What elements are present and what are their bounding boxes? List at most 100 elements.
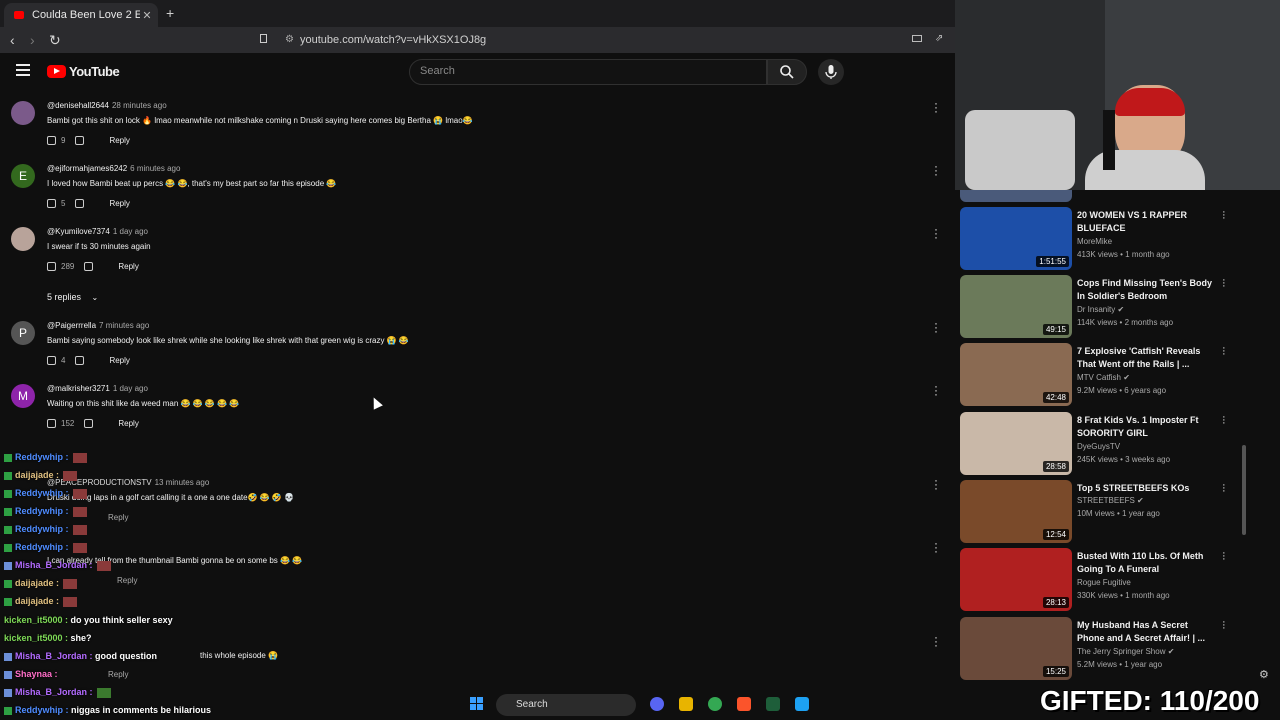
reply-button[interactable]: Reply (109, 356, 129, 365)
video-title[interactable]: Busted With 110 Lbs. Of Meth Going To A … (1077, 550, 1212, 576)
reply-button[interactable]: Reply (109, 199, 129, 208)
video-more-icon[interactable]: · · · (1222, 412, 1226, 429)
channel-name[interactable]: The Jerry Springer Show ✔ (1077, 647, 1174, 656)
avatar[interactable] (11, 227, 35, 251)
comment-time[interactable]: 1 day ago (113, 384, 148, 393)
browser-tab[interactable]: Coulda Been Love 2 Episode 3: ✕ (4, 3, 158, 27)
avatar[interactable] (11, 101, 35, 125)
like-icon[interactable] (47, 356, 56, 365)
video-thumbnail[interactable]: 42:48 (960, 343, 1072, 406)
comment-more-icon[interactable]: · · · (932, 537, 940, 557)
comment-more-icon[interactable]: · · · (932, 97, 940, 117)
reload-icon[interactable]: ↻ (49, 32, 61, 49)
file-explorer-icon[interactable] (679, 697, 693, 711)
dislike-icon[interactable] (84, 419, 94, 428)
partial-thumbnail[interactable] (960, 190, 1072, 202)
screen-icon[interactable] (912, 35, 922, 42)
video-thumbnail[interactable]: 28:58 (960, 412, 1072, 475)
video-title[interactable]: 20 WOMEN VS 1 RAPPER BLUEFACE (1077, 209, 1212, 235)
discord-icon[interactable] (650, 697, 664, 711)
search-button[interactable] (767, 59, 807, 85)
video-more-icon[interactable]: · · · (1222, 275, 1226, 292)
video-title[interactable]: 7 Explosive 'Catfish' Reveals That Went … (1077, 345, 1212, 371)
site-info-icon[interactable]: ⚙ (285, 34, 294, 45)
avatar[interactable]: E (11, 164, 35, 188)
comment-time[interactable]: 7 minutes ago (99, 321, 149, 330)
like-icon[interactable] (47, 262, 56, 271)
url-field[interactable]: youtube.com/watch?v=vHkXSX1OJ8g (300, 34, 486, 46)
reply-button[interactable]: Reply (109, 136, 129, 145)
video-thumbnail[interactable]: 12:54 (960, 480, 1072, 543)
channel-name[interactable]: STREETBEEFS ✔ (1077, 496, 1144, 505)
channel-name[interactable]: MoreMike (1077, 237, 1112, 246)
search-input[interactable]: Search (409, 59, 767, 85)
dislike-icon[interactable] (75, 136, 85, 145)
comment-author[interactable]: @malkrisher3271 (47, 384, 110, 393)
comment-time[interactable]: 28 minutes ago (112, 101, 167, 110)
like-icon[interactable] (47, 136, 56, 145)
windows-start-icon[interactable] (470, 697, 484, 711)
video-thumbnail[interactable]: 15:25 (960, 617, 1072, 680)
video-title[interactable]: 8 Frat Kids Vs. 1 Imposter Ft SORORITY G… (1077, 414, 1212, 440)
bookmark-icon[interactable] (260, 34, 267, 43)
dislike-icon[interactable] (75, 199, 85, 208)
reply-button[interactable]: Reply (117, 576, 137, 585)
scrollbar[interactable] (1242, 445, 1246, 535)
avatar[interactable]: P (11, 321, 35, 345)
forward-icon[interactable]: › (30, 32, 35, 48)
settings-gear-icon[interactable]: ⚙ (1259, 668, 1269, 681)
comment-time[interactable]: 13 minutes ago (155, 478, 210, 487)
recommended-video[interactable]: 28:58 8 Frat Kids Vs. 1 Imposter Ft SORO… (960, 412, 1250, 475)
reply-button[interactable]: Reply (108, 670, 128, 679)
voice-search-button[interactable] (818, 59, 844, 85)
comment-author[interactable]: @Kyumilove7374 (47, 227, 110, 236)
close-tab-icon[interactable]: ✕ (140, 9, 154, 22)
like-icon[interactable] (47, 419, 56, 428)
recommended-video[interactable]: 49:15 Cops Find Missing Teen's Body In S… (960, 275, 1250, 338)
comment-author[interactable]: @ejiformahjames6242 (47, 164, 127, 173)
video-more-icon[interactable]: · · · (1222, 480, 1226, 497)
comment-more-icon[interactable]: · · · (932, 317, 940, 337)
reply-button[interactable]: Reply (118, 262, 138, 271)
reply-button[interactable]: Reply (108, 513, 128, 522)
comment-time[interactable]: 1 day ago (113, 227, 148, 236)
recommended-video[interactable]: 15:25 My Husband Has A Secret Phone and … (960, 617, 1250, 680)
video-more-icon[interactable]: · · · (1222, 548, 1226, 565)
taskbar-search[interactable]: Search (496, 694, 636, 716)
new-tab-icon[interactable]: + (166, 5, 174, 21)
share-icon[interactable]: ⇗ (935, 33, 943, 44)
recommended-video[interactable]: 12:54 Top 5 STREETBEEFS KOs STREETBEEFS … (960, 480, 1250, 543)
app-icon[interactable] (795, 697, 809, 711)
back-icon[interactable]: ‹ (10, 32, 15, 48)
channel-name[interactable]: DyeGuysTV (1077, 442, 1120, 451)
recommended-video[interactable]: 28:13 Busted With 110 Lbs. Of Meth Going… (960, 548, 1250, 611)
reply-button[interactable]: Reply (118, 419, 138, 428)
recommended-video[interactable]: 1:51:55 20 WOMEN VS 1 RAPPER BLUEFACE Mo… (960, 207, 1250, 270)
comment-author[interactable]: @denisehall2644 (47, 101, 109, 110)
like-icon[interactable] (47, 199, 56, 208)
video-more-icon[interactable]: · · · (1222, 617, 1226, 634)
comment-time[interactable]: 6 minutes ago (130, 164, 180, 173)
channel-name[interactable]: Dr Insanity ✔ (1077, 305, 1124, 314)
channel-name[interactable]: MTV Catfish ✔ (1077, 373, 1130, 382)
comment-more-icon[interactable]: · · · (932, 474, 940, 494)
youtube-logo[interactable]: YouTube (47, 64, 120, 79)
video-thumbnail[interactable]: 1:51:55 (960, 207, 1072, 270)
avatar[interactable]: M (11, 384, 35, 408)
chrome-icon[interactable] (708, 697, 722, 711)
comment-author[interactable]: @Paigerrrella (47, 321, 96, 330)
video-thumbnail[interactable]: 28:13 (960, 548, 1072, 611)
video-more-icon[interactable]: · · · (1222, 207, 1226, 224)
channel-name[interactable]: Rogue Fugitive (1077, 578, 1131, 587)
replies-toggle[interactable]: 5 replies ⌄ (47, 292, 98, 302)
comment-more-icon[interactable]: · · · (932, 631, 940, 651)
comment-more-icon[interactable]: · · · (932, 223, 940, 243)
menu-icon[interactable] (16, 64, 30, 79)
video-title[interactable]: My Husband Has A Secret Phone and A Secr… (1077, 619, 1212, 645)
comment-more-icon[interactable]: · · · (932, 160, 940, 180)
video-title[interactable]: Cops Find Missing Teen's Body In Soldier… (1077, 277, 1212, 303)
video-more-icon[interactable]: · · · (1222, 343, 1226, 360)
recommended-video[interactable]: 42:48 7 Explosive 'Catfish' Reveals That… (960, 343, 1250, 406)
brave-icon[interactable] (737, 697, 751, 711)
comment-more-icon[interactable]: · · · (932, 380, 940, 400)
